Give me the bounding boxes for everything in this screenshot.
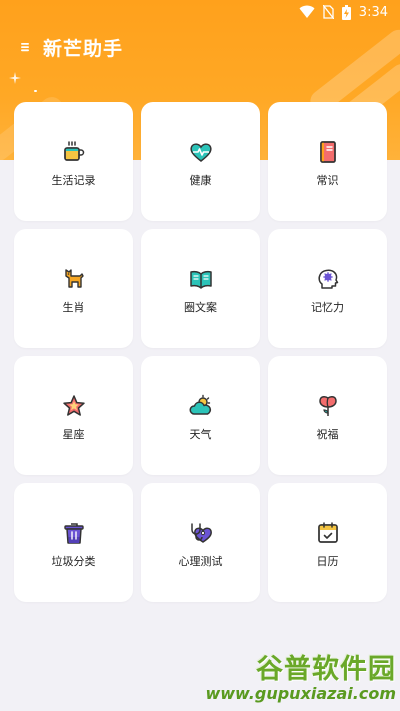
feature-card-memory[interactable]: 记忆力 [268,229,387,348]
app-bar: 新芒助手 [0,30,400,64]
feature-label: 圈文案 [184,300,217,314]
feature-card-copywriting[interactable]: 圈文案 [141,229,260,348]
feature-card-life-record[interactable]: 生活记录 [14,102,133,221]
watermark: 谷普软件园 www.gupuxiazai.com [205,643,396,707]
feature-label: 天气 [189,427,212,441]
feature-card-blessing[interactable]: 祝福 [268,356,387,475]
brain-head-icon [317,269,338,289]
watermark-title: 谷普软件园 [256,654,396,685]
status-bar: 3:34 [0,0,400,24]
calendar-icon [317,521,338,543]
watermark-url: www.gupuxiazai.com [205,684,396,703]
feature-card-garbage-sorting[interactable]: 垃圾分类 [14,483,133,602]
feature-label: 健康 [189,173,212,187]
feature-card-common-sense[interactable]: 常识 [268,102,387,221]
feature-label: 生肖 [62,300,85,314]
feature-label: 祝福 [316,427,339,441]
wifi-icon [299,5,315,18]
feature-card-health[interactable]: 健康 [141,102,260,221]
feature-label: 垃圾分类 [51,554,96,568]
feature-card-psych-test[interactable]: 心理测试 [141,483,260,602]
trash-bin-icon [63,522,84,544]
menu-button[interactable] [13,35,37,59]
dog-icon [64,268,84,288]
feature-card-constellation[interactable]: 星座 [14,356,133,475]
book-icon [319,140,336,163]
feature-card-weather[interactable]: 天气 [141,356,260,475]
feature-card-zodiac[interactable]: 生肖 [14,229,133,348]
feature-grid: 生活记录 健康 常识 生肖 圈文案 记忆力 星座 天气 祝福 垃圾分类 心理测试… [14,102,387,602]
feature-label: 星座 [62,427,85,441]
star-icon [62,394,85,416]
feature-label: 生活记录 [51,173,96,187]
feature-label: 记忆力 [311,300,344,314]
coffee-cup-icon [63,140,84,161]
status-time: 3:34 [358,4,388,20]
hamburger-menu-icon [21,43,29,52]
decor-dot [34,90,37,92]
feature-card-calendar[interactable]: 日历 [268,483,387,602]
feature-label: 心理测试 [178,554,223,568]
app-title: 新芒助手 [43,37,124,60]
sparkle-icon [9,72,21,84]
feature-label: 日历 [316,554,339,568]
stethoscope-heart-icon [190,522,212,543]
no-sim-icon [322,5,334,19]
battery-charging-icon [341,4,351,20]
weather-icon [189,394,211,415]
heart-pulse-icon [189,142,212,162]
feature-label: 常识 [316,173,339,187]
open-book-icon [189,270,212,289]
tulip-icon [318,395,337,416]
